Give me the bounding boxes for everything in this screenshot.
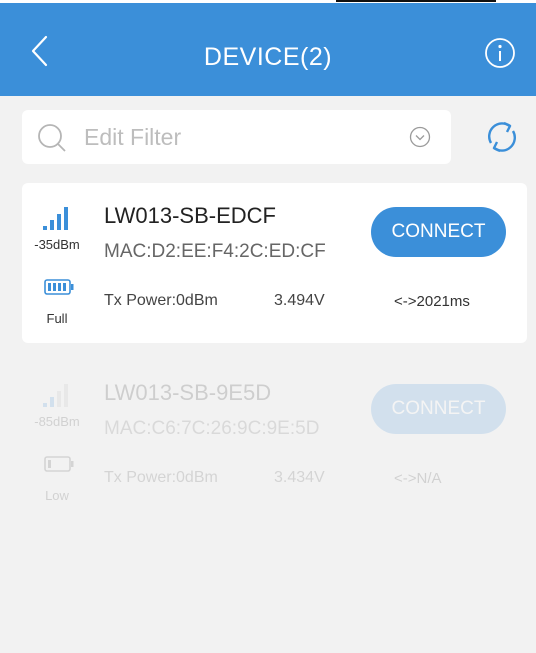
battery-label: Low xyxy=(45,488,69,503)
advertising-interval: <->N/A xyxy=(394,470,442,487)
battery-low-icon xyxy=(44,456,74,472)
battery-label: Full xyxy=(46,311,68,326)
rssi-value: -85dBm xyxy=(34,414,80,429)
refresh-icon[interactable] xyxy=(482,117,522,157)
mac-address: MAC:C6:7C:26:9C:9E:5D xyxy=(104,418,320,439)
connect-button: CONNECT xyxy=(371,384,506,434)
voltage: 3.494V xyxy=(274,292,325,309)
filter-bar[interactable] xyxy=(22,110,451,164)
filter-input[interactable] xyxy=(84,120,404,154)
chevron-down-circle-icon[interactable] xyxy=(409,126,431,148)
signal-strength-icon xyxy=(43,207,68,230)
connect-button[interactable]: CONNECT xyxy=(371,207,506,257)
rssi-value: -35dBm xyxy=(34,237,80,252)
page-title: DEVICE(2) xyxy=(203,43,333,71)
status-divider xyxy=(336,0,496,2)
app-header: DEVICE(2) xyxy=(0,3,536,96)
advertising-interval: <->2021ms xyxy=(394,293,470,310)
mac-address: MAC:D2:EE:F4:2C:ED:CF xyxy=(104,241,326,262)
battery-full-icon xyxy=(44,279,74,295)
tx-power: Tx Power:0dBm xyxy=(104,469,218,486)
device-name: LW013-SB-EDCF xyxy=(104,203,276,228)
search-icon xyxy=(38,124,66,152)
voltage: 3.434V xyxy=(274,469,325,486)
signal-strength-icon xyxy=(43,384,68,407)
device-card[interactable]: -35dBm Full LW013-SB-EDCF MAC:D2:EE:F4:2… xyxy=(22,183,527,343)
tx-power: Tx Power:0dBm xyxy=(104,292,218,309)
device-card: -85dBm Low LW013-SB-9E5D MAC:C6:7C:26:9C… xyxy=(22,360,527,520)
info-icon[interactable] xyxy=(484,37,516,69)
device-name: LW013-SB-9E5D xyxy=(104,380,272,405)
